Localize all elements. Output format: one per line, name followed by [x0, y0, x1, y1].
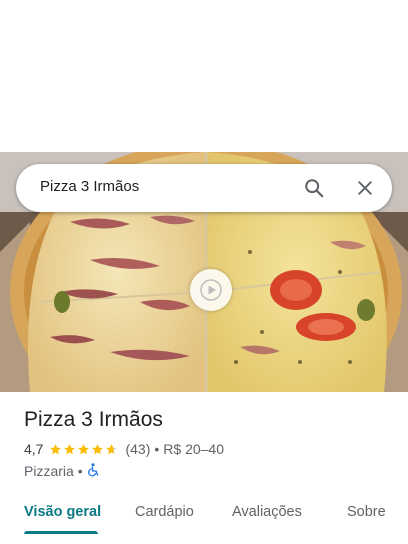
wheelchair-icon	[87, 462, 99, 480]
rating-stars	[49, 443, 119, 456]
search-input[interactable]: Pizza 3 Irmãos	[40, 178, 139, 195]
blank-top-area	[0, 0, 408, 152]
star-icon	[106, 443, 118, 454]
star-icon	[64, 443, 76, 454]
tab-reviews[interactable]: Avaliações	[232, 504, 302, 520]
tab-menu[interactable]: Cardápio	[135, 504, 194, 520]
search-icon[interactable]	[302, 176, 326, 200]
place-tabs: Visão geral Cardápio Avaliações Sobre	[0, 490, 408, 544]
review-count[interactable]: (43)	[125, 441, 150, 457]
close-icon[interactable]	[353, 176, 377, 200]
separator-dot: •	[154, 441, 160, 457]
price-range: R$ 20–40	[163, 441, 224, 457]
rating-value: 4,7	[24, 441, 44, 457]
place-category: Pizzaria	[24, 463, 74, 479]
play-icon[interactable]	[190, 269, 232, 311]
star-icon	[50, 443, 62, 454]
star-icon	[92, 443, 104, 454]
star-icon	[78, 443, 90, 454]
tab-about[interactable]: Sobre	[347, 504, 386, 520]
separator-dot: •	[77, 463, 83, 479]
tab-overview[interactable]: Visão geral	[24, 504, 101, 520]
search-bar[interactable]: Pizza 3 Irmãos	[16, 164, 392, 212]
place-info: Pizza 3 Irmãos 4,7 (43) • R$ 20–40 Pizza…	[24, 406, 394, 480]
active-tab-indicator	[24, 531, 98, 534]
rating-row[interactable]: 4,7 (43) • R$ 20–40	[24, 440, 394, 458]
place-name: Pizza 3 Irmãos	[24, 408, 163, 431]
category-row: Pizzaria •	[24, 462, 394, 480]
